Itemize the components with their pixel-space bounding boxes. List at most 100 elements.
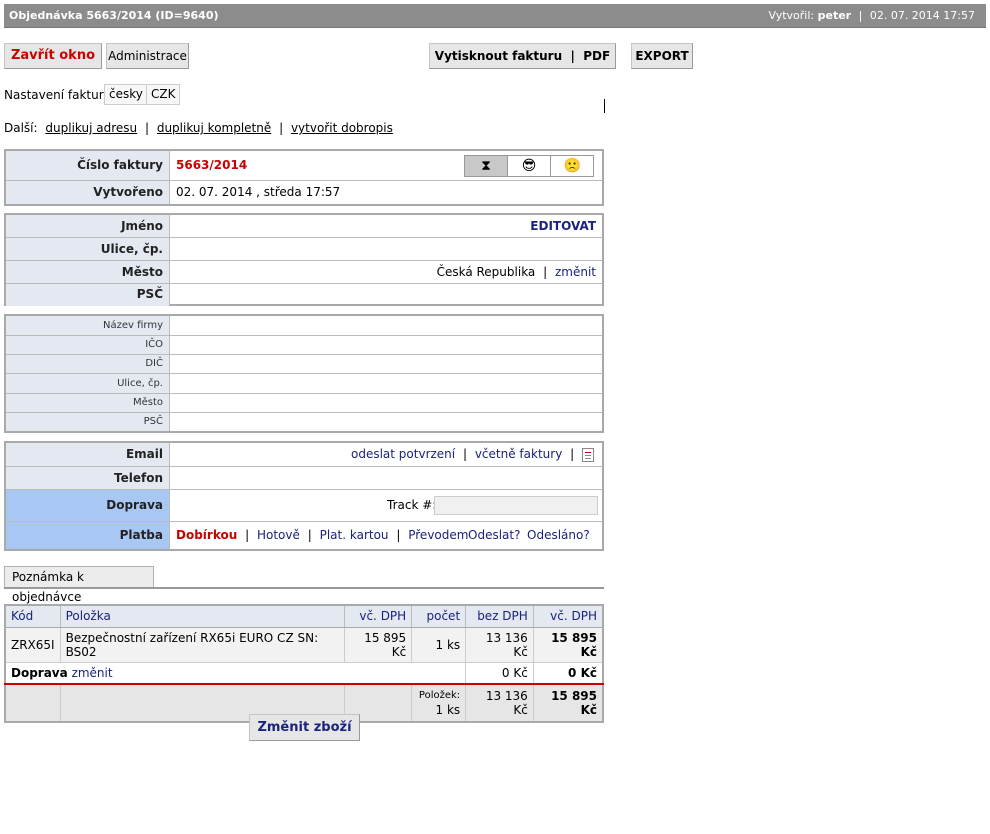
- item-total-novat: 13 136 Kč: [465, 627, 534, 663]
- item-total-vat: 15 895 Kč: [533, 627, 604, 663]
- dic-label: DIČ: [6, 355, 170, 373]
- contact-panel: Email odeslat potvrzení | včetně faktury…: [4, 441, 604, 551]
- zip-label: PSČ: [6, 284, 170, 306]
- phone-label: Telefon: [6, 467, 170, 489]
- separator: |: [396, 528, 401, 542]
- export-button[interactable]: EXPORT: [631, 43, 693, 69]
- send-question-link[interactable]: Odeslat?: [468, 522, 520, 548]
- created-info: Vytvořil: peter | 02. 07. 2014 17:57: [768, 9, 975, 22]
- street-label: Ulice, čp.: [6, 238, 170, 260]
- item-code: ZRX65I: [5, 627, 61, 663]
- item-qty: 1 ks: [411, 627, 467, 663]
- created-datetime: 02. 07. 2014 17:57: [869, 9, 975, 22]
- separator: |: [570, 447, 575, 461]
- edit-link[interactable]: EDITOVAT: [530, 219, 596, 233]
- invoice-settings-label: Nastavení faktury:: [4, 88, 114, 102]
- payment-cash[interactable]: Hotově: [257, 528, 300, 542]
- created-row: Vytvořeno 02. 07. 2014 , středa 17:57: [6, 181, 602, 204]
- duplicate-complete-link[interactable]: duplikuj kompletně: [157, 121, 271, 135]
- title-separator: |: [858, 9, 863, 22]
- sent-question-link[interactable]: Odesláno?: [527, 522, 590, 548]
- hourglass-icon[interactable]: ⧗: [465, 156, 508, 176]
- separator: |: [144, 121, 149, 135]
- summary-novat: 13 136 Kč: [465, 684, 534, 723]
- street-value: [176, 238, 602, 260]
- more-actions-label: Další:: [4, 121, 38, 135]
- send-confirmation-link[interactable]: odeslat potvrzení: [351, 447, 455, 461]
- name-label: Jméno: [6, 215, 170, 237]
- separator: |: [307, 528, 312, 542]
- create-credit-note-link[interactable]: vytvořit dobropis: [291, 121, 393, 135]
- zip-value: [176, 284, 602, 306]
- payment-label: Platba: [6, 522, 170, 549]
- col-code: Kód: [5, 605, 61, 628]
- company-name-label: Název firmy: [6, 316, 170, 335]
- shipping-vat: 0 Kč: [533, 662, 604, 685]
- created-by-user: peter: [817, 9, 852, 22]
- items-count: 1 ks: [435, 703, 461, 717]
- track-label: Track #:: [387, 498, 437, 512]
- shipping-row-label: Doprava: [11, 665, 68, 680]
- item-name: Bezpečnostní zařízení RX65i EURO CZ SN: …: [60, 627, 345, 663]
- shipping-row: Doprava změnit 0 Kč 0 Kč: [5, 662, 604, 685]
- separator: |: [245, 528, 250, 542]
- email-label: Email: [6, 443, 170, 466]
- ico-label: IČO: [6, 336, 170, 354]
- col-price-vat: vč. DPH: [344, 605, 413, 628]
- country-value: Česká Republika: [436, 265, 536, 279]
- sad-smiley-icon[interactable]: 🙁: [551, 156, 594, 176]
- invoice-panel: Číslo faktury 5663/2014 ⧗ 😎 🙁 Vytvořeno …: [4, 149, 604, 206]
- phone-value: [176, 467, 602, 489]
- payment-transfer[interactable]: Převodem: [408, 528, 468, 542]
- item-price-vat: 15 895 Kč: [344, 627, 413, 663]
- more-actions: Další: duplikuj adresu | duplikuj komple…: [4, 121, 393, 135]
- change-goods-button[interactable]: Změnit zboží: [249, 714, 360, 741]
- separator: |: [462, 447, 467, 461]
- shipping-novat: 0 Kč: [465, 662, 534, 685]
- col-item: Položka: [60, 605, 345, 628]
- payment-card[interactable]: Plat. kartou: [320, 528, 389, 542]
- col-total-vat: vč. DPH: [533, 605, 604, 628]
- created-label: Vytvořeno: [6, 181, 170, 204]
- change-shipping-link[interactable]: změnit: [72, 666, 113, 680]
- items-count-label: Položek:: [418, 690, 461, 701]
- company-zip-label: PSČ: [6, 413, 170, 431]
- city-label: Město: [6, 261, 170, 283]
- tab-order-note[interactable]: Poznámka k objednávce: [4, 566, 154, 604]
- table-header: Kód Položka vč. DPH počet bez DPH vč. DP…: [5, 605, 604, 628]
- language-select[interactable]: česky: [104, 84, 148, 105]
- address-panel: Jméno EDITOVAT Ulice, čp. Město Česká Re…: [4, 213, 604, 306]
- invoice-number-row: Číslo faktury 5663/2014 ⧗ 😎 🙁: [6, 151, 602, 181]
- col-total-novat: bez DPH: [465, 605, 534, 628]
- title-bar: Objednávka 5663/2014 (ID=9640) Vytvořil:…: [4, 4, 986, 28]
- text-cursor: [604, 99, 605, 113]
- col-qty: počet: [411, 605, 467, 628]
- print-invoice-pdf-button[interactable]: Vytisknout fakturu | PDF: [429, 43, 616, 69]
- table-row: ZRX65I Bezpečnostní zařízení RX65i EURO …: [5, 627, 604, 663]
- company-city-label: Město: [6, 394, 170, 412]
- tab-divider: [4, 587, 604, 589]
- administration-button[interactable]: Administrace: [106, 43, 189, 69]
- created-by-label: Vytvořil:: [768, 9, 815, 22]
- invoice-number-label: Číslo faktury: [6, 151, 170, 180]
- created-value: 02. 07. 2014 , středa 17:57: [176, 185, 341, 199]
- change-country-link[interactable]: změnit: [555, 265, 596, 279]
- separator: |: [543, 265, 548, 279]
- invoice-number: 5663/2014: [176, 158, 248, 172]
- payment-cod[interactable]: Dobírkou: [176, 528, 237, 542]
- shipping-label: Doprava: [6, 490, 170, 521]
- separator: |: [279, 121, 284, 135]
- order-title: Objednávka 5663/2014 (ID=9640): [9, 9, 219, 22]
- company-street-label: Ulice, čp.: [6, 374, 170, 393]
- document-icon[interactable]: [582, 447, 594, 462]
- duplicate-address-link[interactable]: duplikuj adresu: [45, 121, 137, 135]
- currency-select[interactable]: CZK: [146, 84, 181, 105]
- track-number-input[interactable]: [434, 496, 598, 515]
- including-invoice-link[interactable]: včetně faktury: [475, 447, 562, 461]
- close-window-button[interactable]: Zavřít okno: [4, 43, 102, 69]
- status-icons: ⧗ 😎 🙁: [464, 155, 594, 177]
- items-table: Kód Položka vč. DPH počet bez DPH vč. DP…: [4, 604, 604, 723]
- summary-vat: 15 895 Kč: [533, 684, 604, 723]
- company-panel: Název firmy IČO DIČ Ulice, čp. Město PSČ: [4, 314, 604, 433]
- cool-smiley-icon[interactable]: 😎: [508, 156, 551, 176]
